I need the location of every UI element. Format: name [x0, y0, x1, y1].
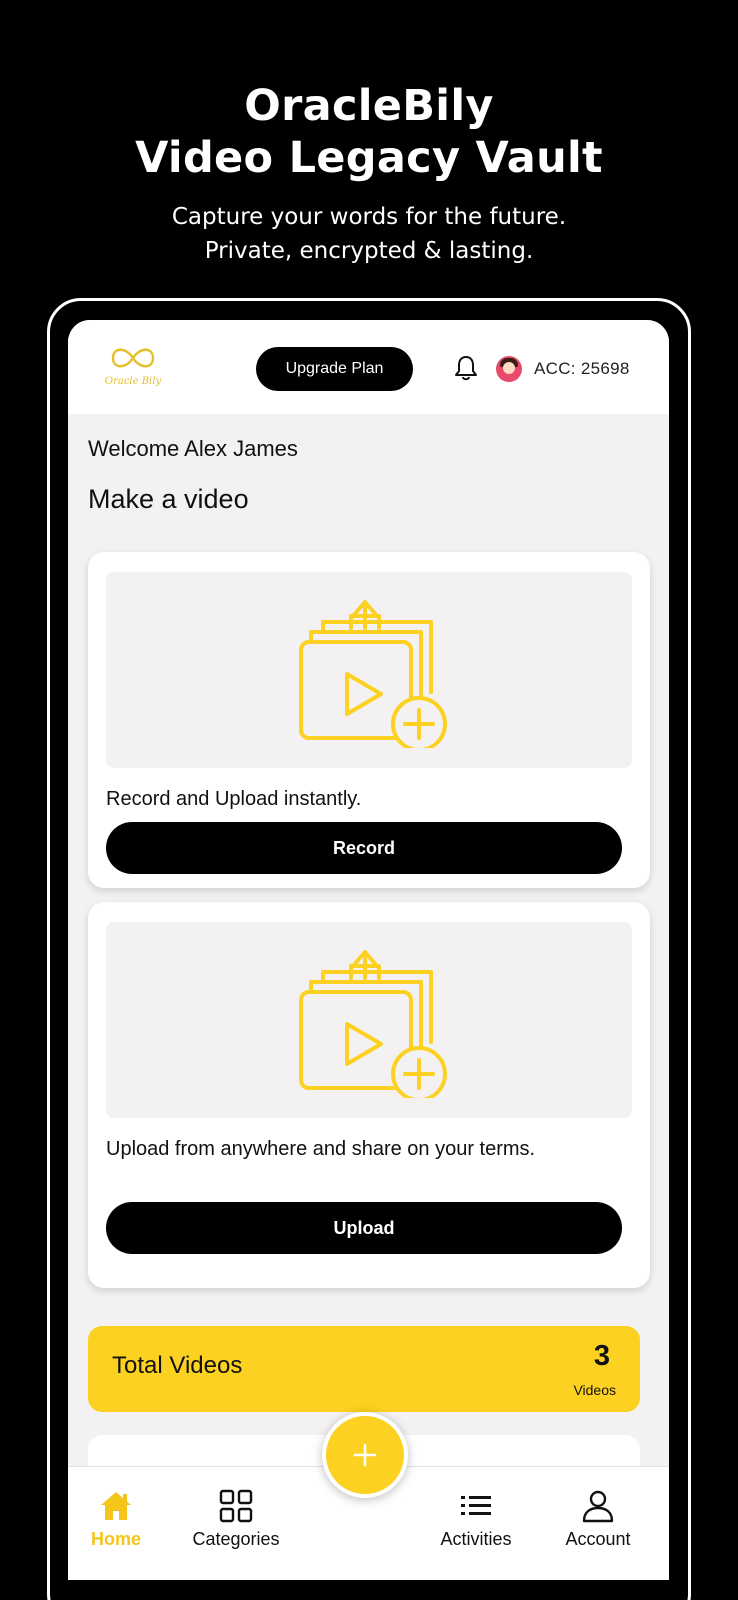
nav-label-categories: Categories: [192, 1529, 280, 1549]
promo-title: OracleBily Video Legacy Vault: [0, 80, 738, 184]
total-videos-card[interactable]: Total Videos 3 Videos: [88, 1326, 640, 1412]
home-icon: [101, 1492, 131, 1520]
upload-description: Upload from anywhere and share on your t…: [106, 1138, 536, 1160]
avatar-face: [503, 362, 515, 374]
avatar[interactable]: [496, 356, 522, 382]
app-screen: Oracle Bily Upgrade Plan ACC: 25698 Welc…: [68, 320, 669, 1580]
notification-bell-icon[interactable]: [453, 354, 479, 382]
video-upload-icon: [299, 600, 447, 748]
infinity-logo-icon: [111, 348, 155, 368]
welcome-text: Welcome Alex James: [88, 436, 298, 461]
nav-label-account: Account: [565, 1529, 631, 1549]
total-videos-label: Total Videos: [112, 1352, 243, 1379]
logo-wordmark: Oracle Bily: [104, 376, 162, 387]
total-videos-unit: Videos: [573, 1382, 616, 1398]
promo-subtitle: Capture your words for the future. Priva…: [0, 200, 738, 268]
video-upload-icon: [299, 950, 447, 1098]
nav-item-home[interactable]: Home: [68, 1489, 176, 1550]
account-number: ACC: 25698: [534, 359, 630, 378]
nav-label-activities: Activities: [440, 1529, 512, 1549]
nav-item-categories[interactable]: Categories: [176, 1489, 296, 1550]
total-videos-count: 3: [593, 1340, 610, 1372]
plus-icon: [353, 1443, 377, 1467]
add-video-fab[interactable]: [322, 1412, 408, 1498]
upload-button[interactable]: Upload: [106, 1202, 622, 1254]
record-button[interactable]: Record: [106, 822, 622, 874]
list-icon: [461, 1496, 491, 1515]
top-bar: Oracle Bily Upgrade Plan ACC: 25698: [68, 320, 669, 414]
record-description: Record and Upload instantly.: [106, 788, 362, 810]
grid-icon: [219, 1489, 253, 1523]
user-icon: [582, 1490, 614, 1523]
promo-subtitle-line2: Private, encrypted & lasting.: [204, 238, 534, 264]
promo-title-line1: OracleBily: [244, 81, 494, 131]
record-card: Record and Upload instantly. Record: [88, 552, 650, 888]
promo-title-line2: Video Legacy Vault: [135, 133, 603, 183]
section-title: Make a video: [88, 484, 249, 514]
record-media-placeholder: [106, 572, 632, 768]
nav-item-account[interactable]: Account: [538, 1489, 658, 1550]
app-logo[interactable]: Oracle Bily: [88, 340, 178, 396]
nav-item-activities[interactable]: Activities: [416, 1489, 536, 1550]
nav-label-home: Home: [90, 1529, 141, 1549]
upgrade-plan-button[interactable]: Upgrade Plan: [256, 347, 413, 391]
upload-media-placeholder: [106, 922, 632, 1118]
promo-subtitle-line1: Capture your words for the future.: [171, 204, 567, 230]
upload-card: Upload from anywhere and share on your t…: [88, 902, 650, 1288]
